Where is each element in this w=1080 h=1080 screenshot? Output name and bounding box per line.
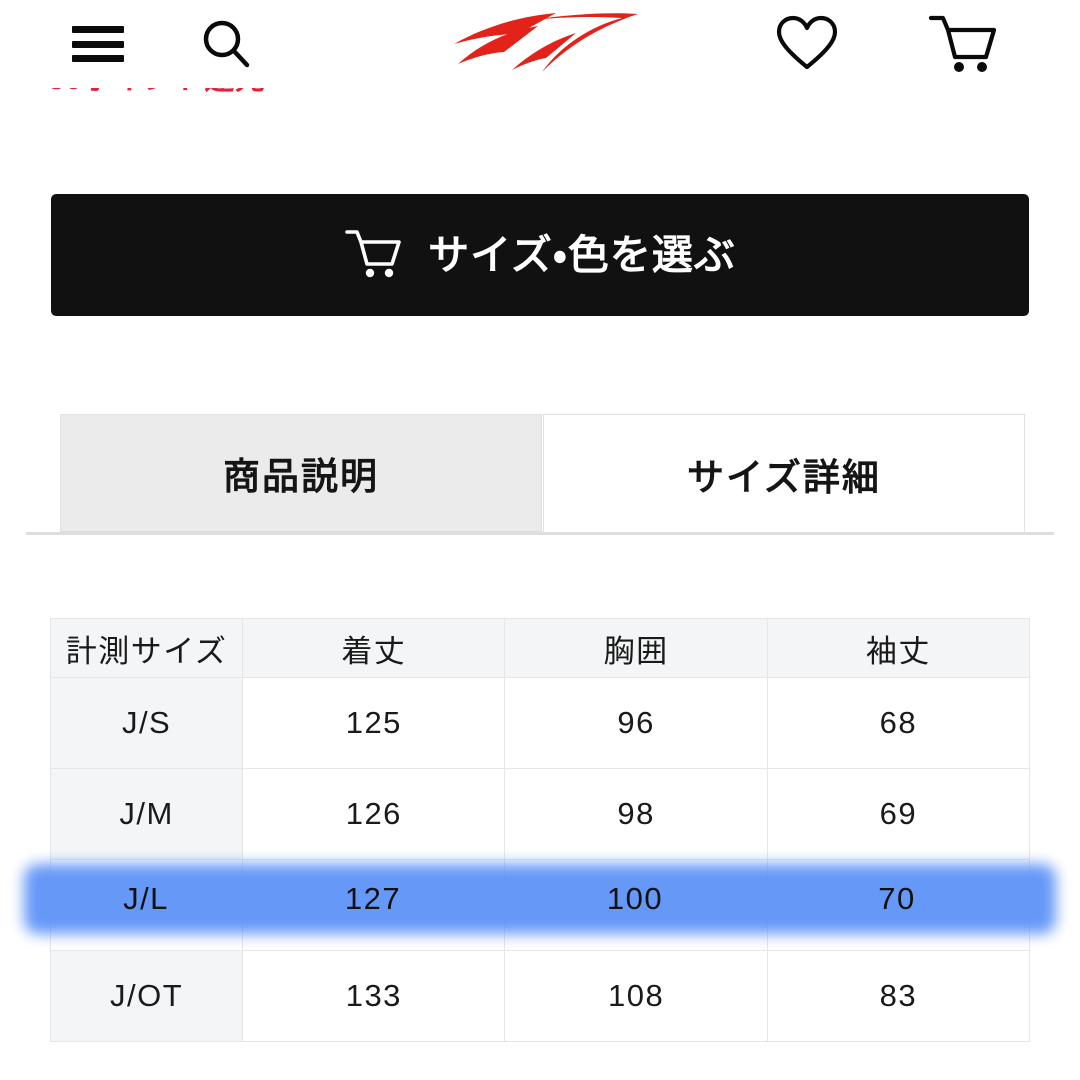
cell-chest: 108 bbox=[504, 950, 768, 1042]
table-row: J/M 126 98 69 bbox=[49, 768, 1031, 860]
heart-icon[interactable] bbox=[776, 15, 838, 73]
cell-size: J/S bbox=[49, 677, 244, 769]
select-size-color-button[interactable]: サイズ・色を選ぶ bbox=[51, 194, 1029, 316]
shopping-cart-icon[interactable] bbox=[928, 13, 998, 75]
hamburger-menu-icon[interactable] bbox=[72, 22, 124, 66]
cell-length: 125 bbox=[242, 677, 506, 769]
shopping-cart-icon bbox=[344, 228, 402, 283]
reebok-logo[interactable] bbox=[446, 8, 642, 76]
hamburger-bar bbox=[72, 26, 124, 33]
table-row: J/OT 133 108 83 bbox=[49, 950, 1031, 1042]
cell-chest: 96 bbox=[504, 677, 768, 769]
column-header-sleeve: 袖丈 bbox=[766, 618, 1031, 678]
cell-sleeve: 69 bbox=[766, 768, 1031, 860]
size-details-table: 計測サイズ 着丈 胸囲 袖丈 J/S 125 96 68 J/M 126 98 … bbox=[49, 618, 1031, 1042]
tabs-baseline bbox=[26, 532, 1054, 535]
cell-sleeve: 68 bbox=[766, 677, 1031, 769]
column-header-chest: 胸囲 bbox=[504, 618, 768, 678]
cell-length: 133 bbox=[242, 950, 506, 1042]
select-size-color-cta-wrapper: サイズ・色を選ぶ bbox=[51, 194, 1029, 316]
table-header-row: 計測サイズ 着丈 胸囲 袖丈 bbox=[49, 618, 1031, 678]
cell-size: J/OT bbox=[49, 950, 244, 1042]
column-header-length: 着丈 bbox=[242, 618, 506, 678]
product-info-tabs: 商品説明 サイズ詳細 bbox=[0, 414, 1080, 536]
tab-product-description-label: 商品説明 bbox=[223, 456, 379, 497]
site-header bbox=[0, 0, 1080, 88]
tab-size-details[interactable]: サイズ詳細 bbox=[543, 414, 1025, 532]
header-right-group bbox=[776, 13, 998, 75]
table-row: J/S 125 96 68 bbox=[49, 677, 1031, 769]
tab-size-details-label: サイズ詳細 bbox=[687, 456, 881, 498]
column-header-size: 計測サイズ bbox=[49, 618, 244, 678]
select-size-color-label: サイズ・色を選ぶ bbox=[428, 231, 736, 278]
cell-sleeve: 83 bbox=[766, 950, 1031, 1042]
hamburger-bar bbox=[72, 55, 124, 62]
hamburger-bar bbox=[72, 40, 124, 48]
cell-size: J/M bbox=[49, 768, 244, 860]
cell-length: 126 bbox=[242, 768, 506, 860]
table-row-highlighted: J/L 127 100 70 bbox=[51, 860, 1030, 951]
search-icon[interactable] bbox=[198, 16, 254, 72]
cell-chest: 98 bbox=[504, 768, 768, 860]
tab-product-description[interactable]: 商品説明 bbox=[60, 414, 542, 532]
header-left-group bbox=[72, 16, 254, 72]
